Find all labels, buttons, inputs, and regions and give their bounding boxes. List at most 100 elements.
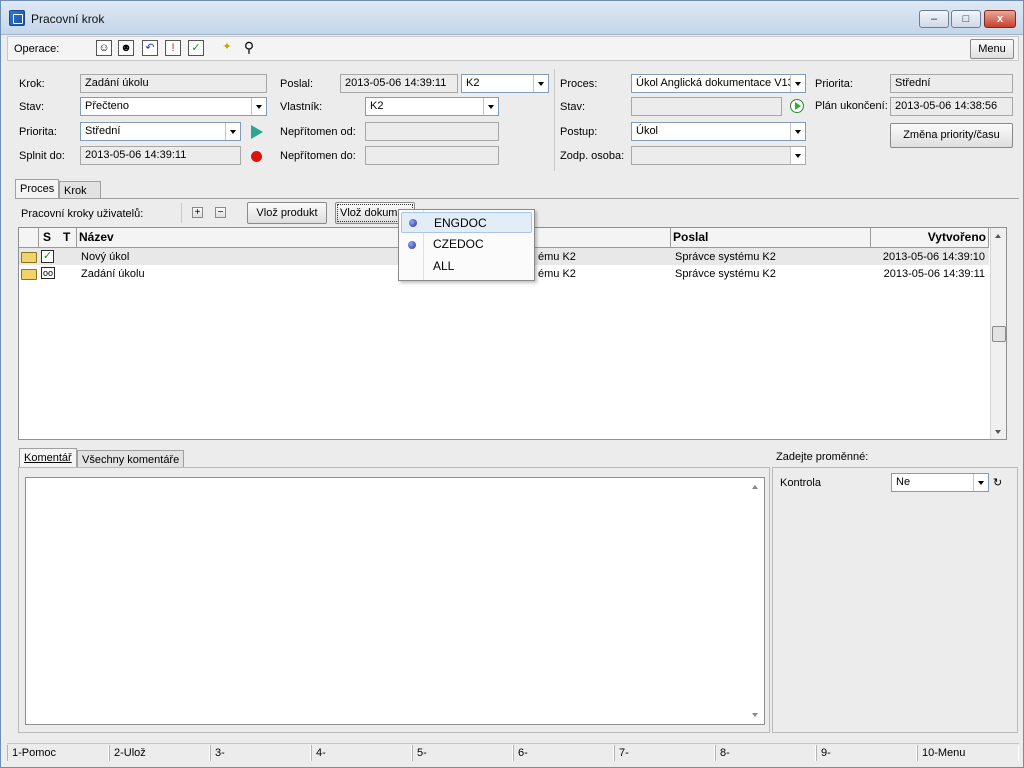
expand-icon[interactable]: + bbox=[192, 207, 203, 218]
scroll-up-icon[interactable] bbox=[752, 485, 758, 489]
chevron-down-icon[interactable] bbox=[973, 474, 988, 491]
tab-proces[interactable]: Proces bbox=[15, 179, 60, 199]
poslal-label: Poslal: bbox=[280, 78, 314, 90]
table-row-poslal[interactable]: Správce systému K2 bbox=[673, 249, 778, 266]
status-key-5[interactable]: 5- bbox=[412, 745, 513, 761]
folder-icon bbox=[21, 269, 37, 280]
radio-dot-icon bbox=[408, 241, 416, 249]
tab-komentar[interactable]: Komentář bbox=[19, 448, 77, 468]
krok-field[interactable]: Zadání úkolu bbox=[80, 74, 267, 93]
chevron-down-icon[interactable] bbox=[790, 123, 805, 140]
window-title: Pracovní krok bbox=[31, 12, 105, 26]
alert-icon[interactable]: ! bbox=[165, 40, 181, 56]
tab-krok[interactable]: Krok bbox=[59, 181, 101, 199]
zodp-label: Zodp. osoba: bbox=[560, 150, 625, 162]
grid-header-poslal[interactable]: Poslal bbox=[671, 228, 871, 248]
chevron-down-icon[interactable] bbox=[483, 98, 498, 115]
postup-select[interactable]: Úkol bbox=[631, 122, 806, 141]
proces-stav-field[interactable] bbox=[631, 97, 782, 116]
grid-header-nazev[interactable]: Název bbox=[77, 228, 671, 248]
chevron-down-icon[interactable] bbox=[225, 123, 240, 140]
poslal-user-select[interactable]: K2 bbox=[461, 74, 549, 93]
comment-scrollbar[interactable] bbox=[748, 478, 764, 724]
menu-item-czedoc[interactable]: CZEDOC bbox=[401, 234, 532, 255]
table-row-created[interactable]: 2013-05-06 14:39:10 bbox=[871, 249, 987, 266]
close-button[interactable]: x bbox=[984, 10, 1016, 28]
status-key-10[interactable]: 10-Menu bbox=[917, 745, 1019, 761]
scroll-down-icon[interactable] bbox=[995, 430, 1001, 434]
status-key-2[interactable]: 2-Ulož bbox=[109, 745, 210, 761]
comment-textarea[interactable] bbox=[25, 477, 765, 725]
check-icon[interactable]: ✓ bbox=[188, 40, 204, 56]
refresh-icon[interactable]: ↻ bbox=[993, 476, 1002, 489]
steps-label: Pracovní kroky uživatelů: bbox=[21, 208, 144, 220]
window: Pracovní krok – □ x Operace: ☺ ☻ ↶ ! ✓ ✦… bbox=[0, 0, 1024, 768]
kontrola-label: Kontrola bbox=[780, 477, 821, 489]
grid-header-vytvoreno[interactable]: Vytvořeno bbox=[871, 228, 989, 248]
grid-header-s[interactable]: ST bbox=[39, 228, 77, 248]
plan-field[interactable]: 2013-05-06 14:38:56 bbox=[890, 97, 1013, 116]
status-key-6[interactable]: 6- bbox=[513, 745, 614, 761]
vlastnik-select[interactable]: K2 bbox=[365, 97, 499, 116]
collapse-icon[interactable]: − bbox=[215, 207, 226, 218]
status-key-8[interactable]: 8- bbox=[715, 745, 816, 761]
status-key-9[interactable]: 9- bbox=[816, 745, 917, 761]
table-row-name[interactable]: Nový úkol bbox=[79, 249, 131, 266]
menu-item-all[interactable]: ALL bbox=[401, 256, 532, 277]
nepritomen-od-field[interactable] bbox=[365, 122, 499, 141]
priorita2-field[interactable]: Střední bbox=[890, 74, 1013, 93]
status-key-7[interactable]: 7- bbox=[614, 745, 715, 761]
stav-label: Stav: bbox=[19, 101, 45, 113]
status-key-1[interactable]: 1-Pomoc bbox=[7, 745, 109, 761]
menu-item-engdoc[interactable]: ENGDOC bbox=[401, 212, 532, 233]
table-row-poslal[interactable]: Správce systému K2 bbox=[673, 266, 778, 283]
table-row-name[interactable]: Zadání úkolu bbox=[79, 266, 147, 283]
grid-scrollbar[interactable] bbox=[990, 228, 1006, 439]
red-dot-icon bbox=[251, 151, 262, 162]
scroll-thumb[interactable] bbox=[992, 326, 1006, 342]
proces-select[interactable]: Úkol Anglická dokumentace V13 bbox=[631, 74, 806, 93]
status-key-3[interactable]: 3- bbox=[210, 745, 311, 761]
nepritomen-od-label: Nepřítomen od: bbox=[280, 126, 356, 138]
chevron-down-icon[interactable] bbox=[533, 75, 548, 92]
table-row-middle[interactable]: ému K2 bbox=[536, 249, 578, 266]
table-row-created[interactable]: 2013-05-06 14:39:11 bbox=[871, 266, 987, 283]
splnit-field[interactable]: 2013-05-06 14:39:11 bbox=[80, 146, 241, 165]
glasses-icon: oo bbox=[41, 267, 55, 279]
scroll-up-icon[interactable] bbox=[995, 234, 1001, 238]
user-icon[interactable]: ☺ bbox=[96, 40, 112, 56]
tab-vsechny-komentare[interactable]: Všechny komentáře bbox=[77, 450, 185, 468]
stav-select[interactable]: Přečteno bbox=[80, 97, 267, 116]
kontrola-value: Ne bbox=[896, 476, 911, 488]
insert-product-button[interactable]: Vlož produkt bbox=[247, 202, 327, 224]
variables-title: Zadejte proměnné: bbox=[776, 451, 869, 463]
menu-button[interactable]: Menu bbox=[970, 39, 1014, 59]
chevron-down-icon[interactable] bbox=[790, 75, 805, 92]
flag-icon bbox=[251, 125, 263, 139]
priorita-select[interactable]: Střední bbox=[80, 122, 241, 141]
toolbar: Operace: ☺ ☻ ↶ ! ✓ ✦ ⚲ Menu bbox=[7, 36, 1019, 61]
chevron-down-icon[interactable] bbox=[251, 98, 266, 115]
search-icon[interactable]: ⚲ bbox=[241, 40, 257, 56]
new-icon[interactable]: ✦ bbox=[219, 40, 235, 56]
change-priority-button[interactable]: Změna priority/času bbox=[890, 123, 1013, 148]
user-settings-icon[interactable]: ☻ bbox=[118, 40, 134, 56]
variables-panel bbox=[772, 467, 1018, 733]
vlastnik-label: Vlastník: bbox=[280, 101, 323, 113]
app-icon bbox=[9, 10, 25, 26]
maximize-button[interactable]: □ bbox=[951, 10, 981, 28]
play-icon[interactable] bbox=[790, 99, 804, 113]
poslal-date-field[interactable]: 2013-05-06 14:39:11 bbox=[340, 74, 458, 93]
table-row-middle[interactable]: ému K2 bbox=[536, 266, 578, 283]
nepritomen-do-field[interactable] bbox=[365, 146, 499, 165]
chevron-down-icon[interactable] bbox=[790, 147, 805, 164]
toolbar-label: Operace: bbox=[14, 43, 60, 55]
minimize-button[interactable]: – bbox=[919, 10, 949, 28]
poslal-user-value: K2 bbox=[466, 77, 480, 89]
return-icon[interactable]: ↶ bbox=[142, 40, 158, 56]
kontrola-select[interactable]: Ne bbox=[891, 473, 989, 492]
splnit-label: Splnit do: bbox=[19, 150, 65, 162]
zodp-select[interactable] bbox=[631, 146, 806, 165]
status-key-4[interactable]: 4- bbox=[311, 745, 412, 761]
scroll-down-icon[interactable] bbox=[752, 713, 758, 717]
